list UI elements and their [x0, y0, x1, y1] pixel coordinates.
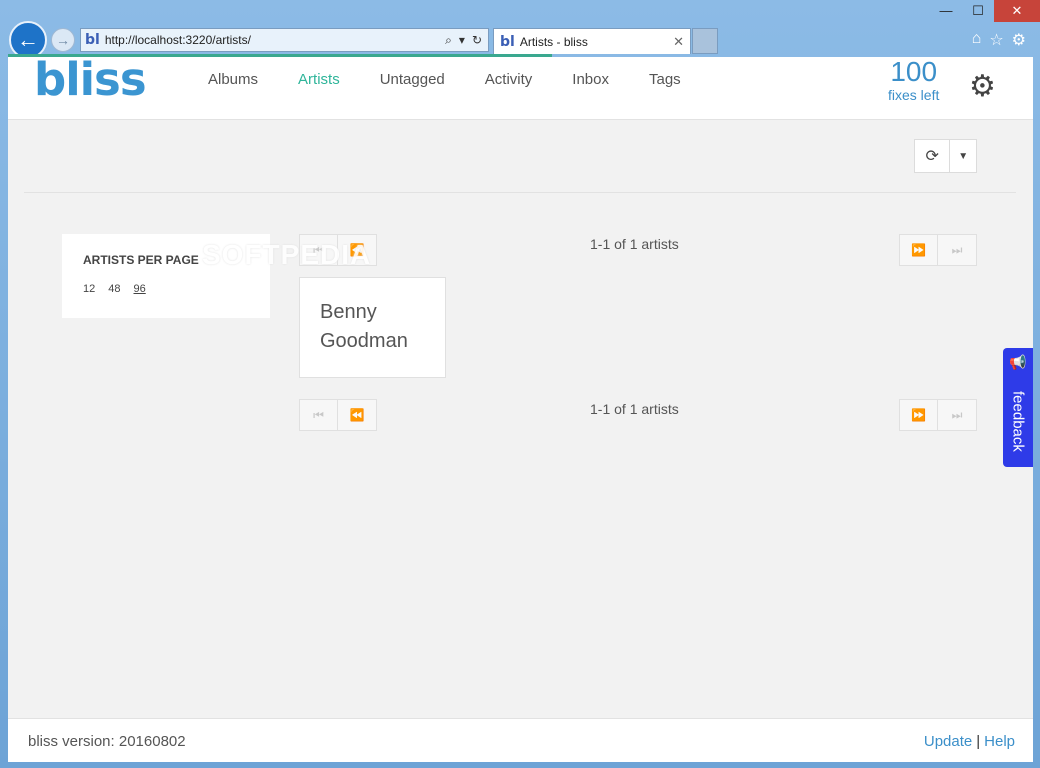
footer-links: Update | Help: [924, 733, 1015, 750]
app-logo[interactable]: bliss: [34, 57, 147, 106]
fixes-label: fixes left: [888, 87, 940, 103]
first-page-icon[interactable]: ⏮: [300, 400, 338, 430]
browser-toolbar: ⌂ ☆ ⚙: [972, 30, 1026, 50]
dropdown-caret-button[interactable]: ▼: [950, 140, 976, 172]
next-page-icon[interactable]: ⏩: [900, 400, 938, 430]
title-bar: — ☐ ✕ ← → bl http://localhost:3220/artis…: [0, 0, 1040, 59]
tab-title: Artists - bliss: [519, 34, 588, 49]
tab-favicon: bl: [500, 33, 515, 50]
address-bar[interactable]: bl http://localhost:3220/artists/ ⌕ ▾ ↻: [80, 28, 489, 52]
bottom-result-count: 1-1 of 1 artists: [590, 401, 679, 417]
per-page-title: ARTISTS PER PAGE: [83, 253, 199, 267]
browser-window: — ☐ ✕ ← → bl http://localhost:3220/artis…: [0, 0, 1040, 768]
top-result-count: 1-1 of 1 artists: [590, 236, 679, 252]
refresh-button[interactable]: ⟳: [915, 140, 951, 172]
nav-inbox[interactable]: Inbox: [572, 71, 609, 88]
per-page-options: 12 48 96: [83, 283, 146, 295]
nav-albums[interactable]: Albums: [208, 71, 258, 88]
fixes-counter[interactable]: 100 fixes left: [888, 57, 939, 103]
nav-tags[interactable]: Tags: [649, 71, 681, 88]
browser-tab[interactable]: bl Artists - bliss ✕: [493, 28, 691, 54]
feedback-tab[interactable]: 📢 feedback: [1003, 348, 1033, 467]
last-page-icon[interactable]: ⏭: [938, 235, 976, 265]
refresh-icon[interactable]: ↻: [472, 33, 482, 48]
version-text: bliss version: 20160802: [28, 733, 186, 750]
minimize-button[interactable]: —: [930, 0, 962, 22]
url-text[interactable]: http://localhost:3220/artists/: [105, 33, 445, 47]
nav-untagged[interactable]: Untagged: [380, 71, 445, 88]
artist-name-line1: Benny: [320, 301, 377, 323]
top-pager-next: ⏩ ⏭: [899, 234, 977, 266]
help-link[interactable]: Help: [984, 733, 1015, 750]
gear-icon[interactable]: ⚙: [1012, 30, 1026, 50]
home-icon[interactable]: ⌂: [972, 30, 982, 50]
per-page-option-48[interactable]: 48: [108, 283, 120, 295]
favicon: bl: [85, 32, 100, 48]
dropdown-icon[interactable]: ▾: [459, 33, 465, 48]
artist-name-line2: Goodman: [320, 330, 408, 352]
page-content: bliss Albums Artists Untagged Activity I…: [8, 57, 1033, 762]
link-separator: |: [976, 733, 981, 750]
settings-gear-icon[interactable]: ⚙: [969, 69, 996, 104]
refresh-button-group: ⟳ ▼: [914, 139, 977, 173]
prev-page-icon[interactable]: ⏪: [338, 400, 376, 430]
maximize-button[interactable]: ☐: [962, 0, 994, 22]
per-page-option-12[interactable]: 12: [83, 283, 95, 295]
footer: bliss version: 20160802 Update | Help: [8, 718, 1033, 762]
new-tab-button[interactable]: [692, 28, 718, 54]
nav-activity[interactable]: Activity: [485, 71, 533, 88]
forward-button[interactable]: →: [51, 28, 75, 52]
main-nav: Albums Artists Untagged Activity Inbox T…: [208, 71, 721, 88]
megaphone-icon: 📢: [1009, 354, 1027, 370]
star-icon[interactable]: ☆: [989, 30, 1003, 50]
nav-artists[interactable]: Artists: [298, 71, 340, 88]
fixes-count: 100: [890, 57, 938, 87]
tab-close-icon[interactable]: ✕: [673, 34, 684, 50]
artist-card[interactable]: Benny Goodman: [299, 277, 446, 378]
close-window-button[interactable]: ✕: [994, 0, 1040, 22]
feedback-label: feedback: [1009, 390, 1027, 452]
window-controls: — ☐ ✕: [930, 0, 1040, 22]
bottom-pager-prev: ⏮ ⏪: [299, 399, 377, 431]
divider: [24, 192, 1016, 193]
update-link[interactable]: Update: [924, 733, 972, 750]
per-page-option-96[interactable]: 96: [134, 283, 146, 295]
app-navbar: bliss Albums Artists Untagged Activity I…: [8, 57, 1033, 120]
softpedia-watermark: SOFTPEDIA: [202, 239, 372, 270]
bottom-pager-next: ⏩ ⏭: [899, 399, 977, 431]
last-page-icon[interactable]: ⏭: [938, 400, 976, 430]
search-icon[interactable]: ⌕: [445, 33, 452, 48]
next-page-icon[interactable]: ⏩: [900, 235, 938, 265]
